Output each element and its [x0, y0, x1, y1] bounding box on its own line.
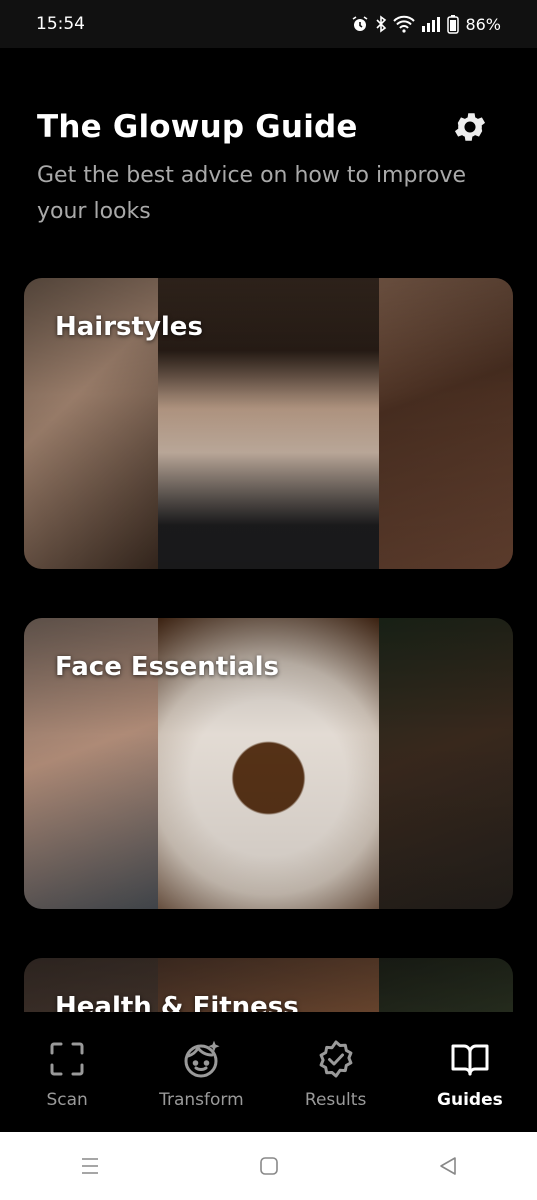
- status-bar: 15:54 86%: [0, 0, 537, 48]
- battery-percent: 86%: [465, 14, 501, 34]
- battery-icon: [447, 15, 460, 34]
- wifi-icon: [393, 15, 416, 33]
- status-icons: 86%: [351, 14, 501, 34]
- card-label: Hairstyles: [55, 312, 203, 342]
- card-hairstyles[interactable]: Hairstyles: [24, 278, 513, 569]
- home-icon[interactable]: [257, 1154, 281, 1178]
- nav-label: Scan: [46, 1090, 88, 1110]
- card-label: Face Essentials: [55, 652, 280, 682]
- nav-guides[interactable]: Guides: [403, 1012, 537, 1132]
- nav-results[interactable]: Results: [269, 1012, 403, 1132]
- nav-label: Guides: [437, 1090, 503, 1110]
- system-navigation-bar: [0, 1132, 537, 1200]
- nav-label: Transform: [159, 1090, 244, 1110]
- transform-icon: [184, 1040, 220, 1078]
- card-label: Health & Fitness: [55, 992, 299, 1012]
- results-icon: [319, 1040, 353, 1078]
- back-icon[interactable]: [436, 1154, 460, 1178]
- page-title: The Glowup Guide: [37, 109, 358, 145]
- card-health-fitness[interactable]: Health & Fitness: [24, 958, 513, 1012]
- page-subtitle: Get the best advice on how to improve yo…: [37, 163, 467, 224]
- alarm-icon: [352, 16, 368, 31]
- recent-apps-icon[interactable]: [78, 1154, 102, 1178]
- nav-scan[interactable]: Scan: [0, 1012, 134, 1132]
- header: The Glowup Guide: [37, 106, 507, 148]
- bluetooth-icon: [376, 15, 387, 33]
- status-time: 15:54: [36, 14, 85, 34]
- guide-card-list[interactable]: Hairstyles Face Essentials Health & Fitn…: [24, 278, 513, 1012]
- card-face-essentials[interactable]: Face Essentials: [24, 618, 513, 909]
- guides-icon: [451, 1044, 489, 1076]
- bottom-navigation: Scan Transform Results Guides: [0, 1012, 537, 1132]
- nav-transform[interactable]: Transform: [134, 1012, 268, 1132]
- signal-icon: [422, 17, 441, 32]
- nav-label: Results: [304, 1090, 367, 1110]
- scan-icon: [50, 1042, 84, 1076]
- settings-gear-icon[interactable]: [451, 108, 489, 146]
